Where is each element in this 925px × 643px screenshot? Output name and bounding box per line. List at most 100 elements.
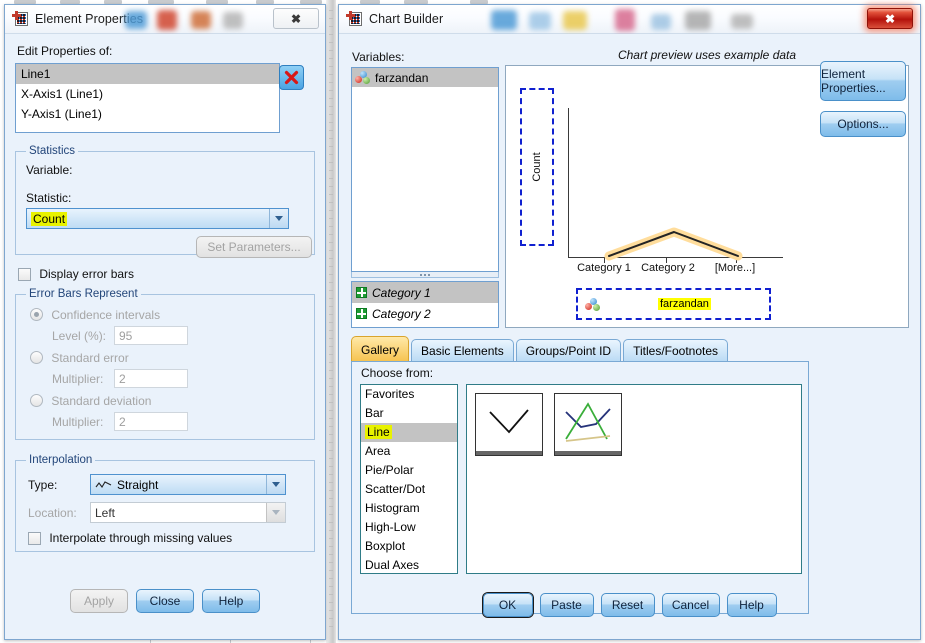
gallery-tab-panel: Choose from: Favorites Bar Line Area Pie…	[351, 361, 809, 614]
interpolation-location-row: Location: Left	[28, 502, 304, 523]
grid-icon	[356, 287, 367, 298]
list-item-y-axis[interactable]: Y-Axis1 (Line1)	[16, 104, 279, 124]
variable-item-farzandan[interactable]: farzandan	[352, 68, 498, 87]
chart-builder-close-button[interactable]: ✖	[867, 8, 913, 29]
x-tick-label: [More...]	[714, 262, 756, 274]
element-properties-button[interactable]: Element Properties...	[820, 61, 906, 101]
category-item-1[interactable]: Category 1	[352, 282, 498, 303]
simple-line-thumbnail[interactable]	[475, 393, 543, 456]
gallery-item-favorites[interactable]: Favorites	[361, 385, 457, 404]
blob-icon	[223, 12, 243, 29]
tab-groups-point-id[interactable]: Groups/Point ID	[515, 339, 622, 362]
blob2-icon	[731, 14, 753, 29]
interpolate-missing-checkbox[interactable]	[28, 532, 41, 545]
grouping-dropzone[interactable]: farzandan	[576, 288, 771, 320]
chevron-down-icon[interactable]	[266, 475, 285, 494]
interpolation-group: Interpolation Type: Straight Location: L	[15, 454, 315, 552]
gallery-item-histogram[interactable]: Histogram	[361, 499, 457, 518]
interpolation-location-label: Location:	[28, 505, 77, 520]
display-error-bars-checkbox[interactable]	[18, 268, 31, 281]
variable-label-text: farzandan	[375, 70, 429, 85]
sd-multiplier-label: Multiplier:	[52, 414, 104, 429]
chart-preview-canvas[interactable]: Count Category 1 Category 2 [More...] fa…	[505, 65, 909, 328]
scrollbar-track[interactable]	[329, 10, 333, 630]
ok-button[interactable]: OK	[482, 593, 533, 617]
edit-properties-label: Edit Properties of:	[17, 44, 113, 58]
screen: Element Properties ✖ Edit Properties of:…	[0, 0, 925, 643]
chart-preview-area[interactable]: Count Category 1 Category 2 [More...] fa…	[505, 65, 909, 328]
standard-deviation-row: Standard deviation	[30, 394, 304, 408]
element-properties-button-label: Element Properties...	[821, 67, 886, 95]
confidence-intervals-row: Confidence intervals	[30, 308, 304, 322]
gallery-type-list[interactable]: Favorites Bar Line Area Pie/Polar Scatte…	[360, 384, 458, 574]
grid-icon	[125, 11, 147, 29]
standard-error-label: Standard error	[51, 351, 129, 365]
paste-button[interactable]: Paste	[539, 593, 594, 617]
chart2-icon	[651, 14, 671, 30]
interpolation-type-label: Type:	[28, 477, 58, 492]
variable-label: Variable:	[26, 163, 73, 177]
tab-titles-footnotes[interactable]: Titles/Footnotes	[623, 339, 729, 362]
close-icon	[284, 70, 299, 85]
remove-element-button[interactable]	[279, 65, 304, 90]
line-style-icon	[95, 480, 112, 488]
choose-from-label: Choose from:	[361, 366, 434, 380]
element-properties-titlebar[interactable]: Element Properties ✖	[5, 5, 325, 34]
edit-properties-list[interactable]: Line1 X-Axis1 (Line1) Y-Axis1 (Line1)	[15, 63, 280, 133]
variables-list[interactable]: farzandan	[351, 67, 499, 272]
gallery-item-high-low[interactable]: High-Low	[361, 518, 457, 537]
category-label-text: Category 2	[372, 306, 431, 321]
list-item-line1[interactable]: Line1	[16, 64, 279, 84]
interpolate-missing-label: Interpolate through missing values	[49, 531, 233, 545]
gallery-item-dual-axes[interactable]: Dual Axes	[361, 556, 457, 575]
list-item-x-axis[interactable]: X-Axis1 (Line1)	[16, 84, 279, 104]
chart-builder-titlebar[interactable]: Chart Builder ✖	[339, 5, 920, 34]
gallery-item-scatter-dot[interactable]: Scatter/Dot	[361, 480, 457, 499]
multiple-line-thumbnail[interactable]	[554, 393, 623, 456]
statistics-group: Statistics Variable: Statistic: Count Se…	[15, 145, 315, 258]
gallery-item-area[interactable]: Area	[361, 442, 457, 461]
categories-list[interactable]: Category 1 Category 2	[351, 281, 499, 328]
close-button[interactable]: Close	[136, 589, 194, 613]
interpolation-type-row: Type: Straight	[28, 474, 304, 495]
gallery-item-line[interactable]: Line	[361, 423, 457, 442]
display-error-bars-row[interactable]: Display error bars	[18, 267, 315, 281]
element-properties-close-button[interactable]: ✖	[273, 8, 319, 29]
interpolation-type-dropdown[interactable]: Straight	[90, 474, 286, 495]
tab-gallery[interactable]: Gallery	[351, 336, 410, 362]
statistics-legend: Statistics	[29, 145, 76, 157]
grouping-field-label: farzandan	[658, 298, 711, 310]
chevron-down-icon[interactable]	[269, 209, 288, 228]
reset-button[interactable]: Reset	[600, 593, 655, 617]
error-bars-legend: Error Bars Represent	[29, 288, 138, 300]
chart-icon	[157, 10, 177, 30]
variables-resize-grip[interactable]	[351, 272, 499, 278]
interpolate-missing-row[interactable]: Interpolate through missing values	[28, 531, 304, 545]
tab-basic-elements[interactable]: Basic Elements	[411, 339, 514, 362]
help-button[interactable]: Help	[202, 589, 260, 613]
spss-app-icon	[12, 11, 29, 27]
statistic-value: Count	[31, 211, 68, 226]
grid-icon	[356, 308, 367, 319]
gallery-item-bar[interactable]: Bar	[361, 404, 457, 423]
help-button[interactable]: Help	[726, 593, 777, 617]
apply-button: Apply	[70, 589, 128, 613]
simple-line-icon	[489, 409, 529, 434]
gallery-item-pie-polar[interactable]: Pie/Polar	[361, 461, 457, 480]
sd-multiplier-input: 2	[114, 412, 188, 431]
chart-builder-window: Chart Builder ✖ Variables: farzandan Cat…	[338, 4, 921, 640]
interpolation-location-value: Left	[95, 505, 116, 520]
gallery-item-boxplot[interactable]: Boxplot	[361, 537, 457, 556]
statistic-dropdown[interactable]: Count	[26, 208, 289, 229]
chevron-down-icon	[266, 503, 285, 522]
interpolation-type-value: Straight	[117, 477, 159, 492]
element-properties-button-row: Apply Close Help	[5, 589, 325, 613]
line-selection-glow	[604, 227, 743, 261]
table-icon	[191, 11, 211, 29]
multiple-line-icon	[565, 402, 612, 442]
options-button[interactable]: Options...	[820, 111, 906, 137]
cancel-button[interactable]: Cancel	[661, 593, 720, 617]
grid-icon	[491, 10, 517, 30]
category-item-2[interactable]: Category 2	[352, 303, 498, 324]
gallery-item-line-label: Line	[365, 425, 392, 439]
